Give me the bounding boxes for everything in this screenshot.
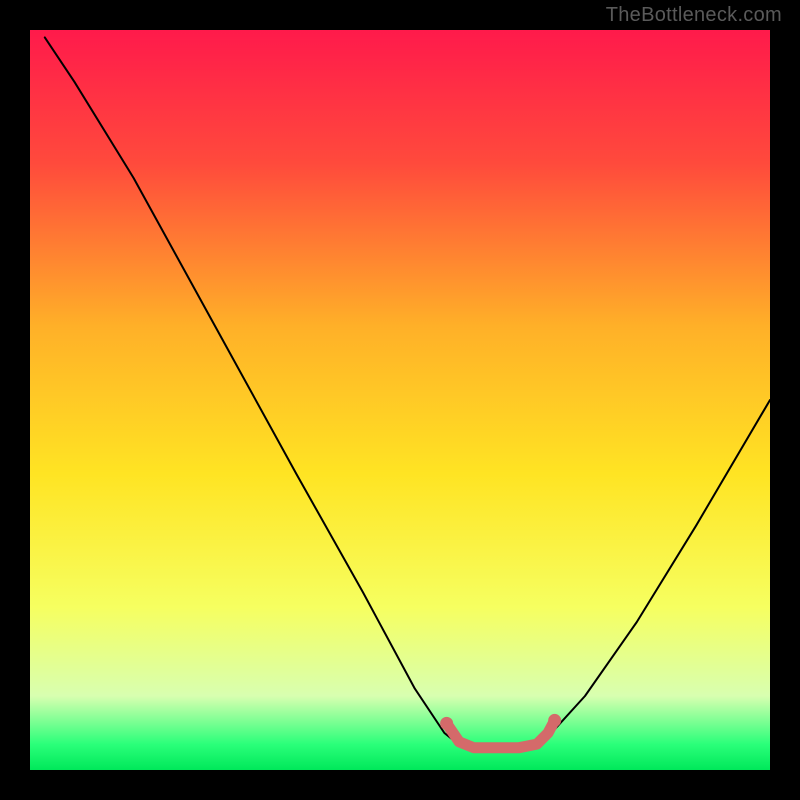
optimal-marker-dot-left [440,717,453,730]
optimal-marker-dot-right [548,714,561,727]
chart-svg [30,30,770,770]
chart-plot [30,30,770,770]
chart-frame: TheBottleneck.com [0,0,800,800]
chart-background [30,30,770,770]
watermark-text: TheBottleneck.com [606,4,782,27]
